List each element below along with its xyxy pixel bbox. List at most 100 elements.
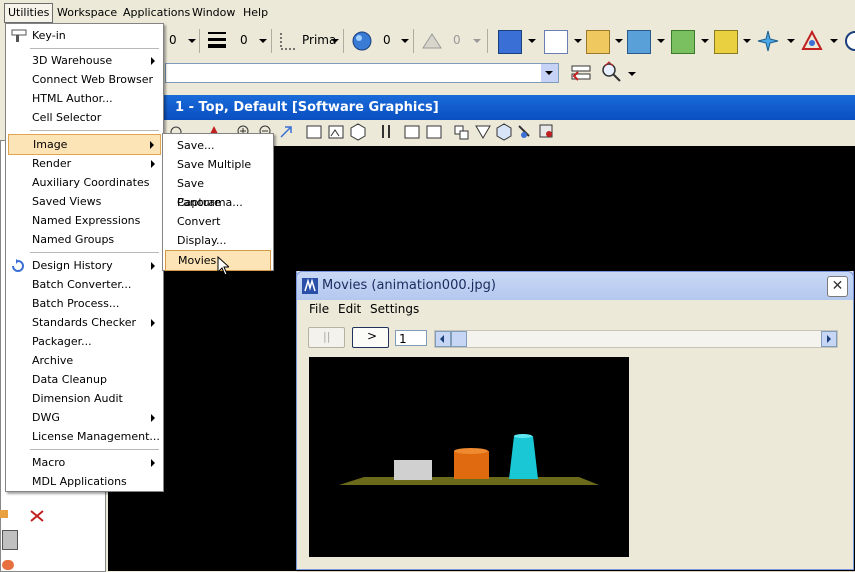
menu-item-label: Render <box>32 157 72 170</box>
chevron-right-icon <box>150 141 154 149</box>
chevron-down-icon[interactable] <box>473 39 481 43</box>
menu-item-label: Standards Checker <box>32 316 137 329</box>
chevron-down-icon[interactable] <box>830 39 838 43</box>
menu-item-label: MDL Applications <box>32 475 127 488</box>
back-icon[interactable] <box>843 30 855 55</box>
submenu-item-capture[interactable]: Capture <box>165 193 271 212</box>
menu-item-saved-views[interactable]: Saved Views <box>8 192 161 211</box>
menu-item-label: Named Groups <box>32 233 115 246</box>
chevron-down-icon[interactable] <box>188 39 196 43</box>
play-button[interactable]: > <box>352 327 389 348</box>
scroll-thumb[interactable] <box>451 331 467 347</box>
menu-item-batch-process[interactable]: Batch Process... <box>8 294 161 313</box>
level-value[interactable]: 0 <box>169 33 177 47</box>
menu-item-label: Macro <box>32 456 66 469</box>
chevron-right-icon <box>151 319 155 327</box>
orient-icon[interactable] <box>800 29 824 56</box>
movies-title-bar[interactable]: Movies (animation000.jpg) ✕ <box>296 271 854 300</box>
menu-item-batch-converter[interactable]: Batch Converter... <box>8 275 161 294</box>
submenu-item-convert[interactable]: Convert <box>165 212 271 231</box>
movies-menu-settings[interactable]: Settings <box>370 302 419 316</box>
levels-icon[interactable] <box>671 30 695 54</box>
movies-menu-edit[interactable]: Edit <box>338 302 361 316</box>
menu-item-dwg[interactable]: DWG <box>8 408 161 427</box>
frame-scrollbar[interactable] <box>434 330 838 348</box>
browse-keyin-icon[interactable] <box>600 61 622 86</box>
chevron-down-icon[interactable] <box>628 72 636 76</box>
menu-help[interactable]: Help <box>239 5 272 21</box>
chevron-left-icon <box>440 335 444 343</box>
menu-item-connect-web-browser[interactable]: Connect Web Browser <box>8 70 161 89</box>
chevron-down-icon[interactable] <box>528 39 536 43</box>
menu-item-named-groups[interactable]: Named Groups <box>8 230 161 249</box>
element-selection-icon[interactable] <box>498 30 522 54</box>
menu-item-standards-checker[interactable]: Standards Checker <box>8 313 161 332</box>
menu-item-data-cleanup[interactable]: Data Cleanup <box>8 370 161 389</box>
raster-icon[interactable] <box>627 30 651 54</box>
menu-item-cell-selector[interactable]: Cell Selector <box>8 108 161 127</box>
tool-icon[interactable] <box>30 510 44 525</box>
keyin-combobox[interactable] <box>165 63 543 83</box>
chevron-down-icon[interactable] <box>787 39 795 43</box>
chevron-down-icon[interactable] <box>259 39 267 43</box>
menu-item-dimension-audit[interactable]: Dimension Audit <box>8 389 161 408</box>
weight-value[interactable]: 0 <box>240 33 248 47</box>
menu-item-label: Data Cleanup <box>32 373 107 386</box>
chevron-down-icon[interactable] <box>615 39 623 43</box>
menu-item-macro[interactable]: Macro <box>8 453 161 472</box>
menu-workspace[interactable]: Workspace <box>53 5 121 21</box>
tool-icon[interactable] <box>2 530 18 550</box>
chevron-down-icon[interactable] <box>401 39 409 43</box>
chevron-down-icon[interactable] <box>574 39 582 43</box>
submenu-item-save-multiple[interactable]: Save Multiple <box>165 155 271 174</box>
menu-item-auxiliary-coordinates[interactable]: Auxiliary Coordinates <box>8 173 161 192</box>
menu-item-archive[interactable]: Archive <box>8 351 161 370</box>
keyin-icon <box>11 29 27 49</box>
menu-item-label: Batch Process... <box>32 297 120 310</box>
menu-separator <box>30 252 159 253</box>
menu-item-label: Batch Converter... <box>32 278 132 291</box>
tool-icon[interactable] <box>0 510 8 518</box>
tool-icon[interactable] <box>2 560 14 570</box>
movies-menu-file[interactable]: File <box>309 302 329 316</box>
pause-button[interactable]: || <box>308 327 345 348</box>
transparency-value[interactable]: 0 <box>453 33 461 47</box>
menu-utilities[interactable]: Utilities <box>4 3 54 23</box>
chevron-right-icon <box>151 160 155 168</box>
chevron-right-icon <box>151 414 155 422</box>
menu-item-image[interactable]: Image <box>8 134 161 155</box>
chevron-right-icon <box>151 459 155 467</box>
keyin-history-icon[interactable] <box>570 62 592 87</box>
submenu-item-save-panorama[interactable]: Save Panorama... <box>165 174 271 209</box>
menu-item-3d-warehouse[interactable]: 3D Warehouse <box>8 51 161 70</box>
chevron-down-icon[interactable] <box>657 39 665 43</box>
chevron-down-icon[interactable] <box>331 39 339 43</box>
color-value[interactable]: 0 <box>383 33 391 47</box>
document-icon[interactable] <box>544 30 568 54</box>
frame-number-input[interactable]: 1 <box>395 330 427 346</box>
submenu-item-save[interactable]: Save... <box>165 136 271 155</box>
scroll-right-button[interactable] <box>821 331 837 347</box>
submenu-item-display[interactable]: Display... <box>165 231 271 250</box>
layers-icon[interactable] <box>714 30 738 54</box>
menu-applications[interactable]: Applications <box>119 5 194 21</box>
combobox-dropdown-button[interactable] <box>541 63 559 83</box>
sparkle-icon[interactable] <box>756 29 780 56</box>
menu-item-html-author[interactable]: HTML Author... <box>8 89 161 108</box>
menu-window[interactable]: Window <box>188 5 239 21</box>
menu-item-label: Packager... <box>32 335 92 348</box>
menu-item-license-management[interactable]: License Management... <box>8 427 161 446</box>
scroll-left-button[interactable] <box>435 331 451 347</box>
menu-item-render[interactable]: Render <box>8 154 161 173</box>
menu-item-packager[interactable]: Packager... <box>8 332 161 351</box>
chevron-down-icon[interactable] <box>701 39 709 43</box>
close-button[interactable]: ✕ <box>827 276 848 297</box>
menu-item-design-history[interactable]: Design History <box>8 256 161 275</box>
menu-item-label: DWG <box>32 411 60 424</box>
menu-item-named-expressions[interactable]: Named Expressions <box>8 211 161 230</box>
references-icon[interactable] <box>586 30 610 54</box>
chevron-down-icon[interactable] <box>743 39 751 43</box>
menu-item-mdl-applications[interactable]: MDL Applications <box>8 472 161 491</box>
menu-item-key-in[interactable]: Key-in <box>8 26 161 45</box>
chevron-right-icon <box>151 262 155 270</box>
